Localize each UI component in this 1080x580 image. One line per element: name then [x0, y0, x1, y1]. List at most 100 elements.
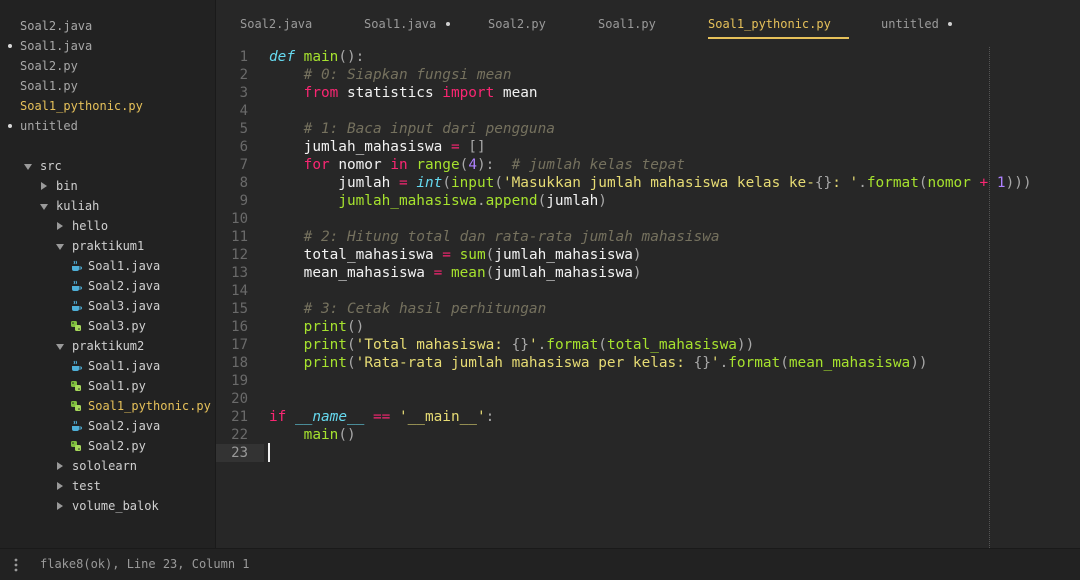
code-line[interactable]: from statistics import mean: [269, 84, 538, 102]
code-line[interactable]: if __name__ == '__main__':: [269, 408, 494, 426]
code-token: input: [450, 175, 495, 191]
code-line[interactable]: print('Rata-rata jumlah mahasiswa per ke…: [269, 354, 928, 372]
tab-active[interactable]: Soal1_pythonic.py: [708, 14, 831, 34]
tab[interactable]: Soal1.java: [364, 14, 436, 34]
code-line[interactable]: # 1: Baca input dari pengguna: [269, 120, 555, 138]
code-line[interactable]: jumlah_mahasiswa.append(jumlah): [269, 192, 607, 210]
tree-folder-item[interactable]: kuliah: [56, 196, 99, 216]
code-token: nomor: [329, 157, 391, 173]
code-token: 1: [996, 175, 1006, 191]
code-editor[interactable]: 1 def main(): 2 # 0: Siapkan fungsi mean 3 …: [216, 47, 1080, 548]
code-token: ():: [338, 49, 365, 65]
code-token: print: [303, 319, 347, 335]
code-line[interactable]: main(): [269, 426, 356, 444]
tab[interactable]: Soal1.py: [598, 14, 656, 34]
java-file-icon: [72, 300, 82, 311]
chevron-right-icon[interactable]: [57, 222, 63, 230]
tree-file-item[interactable]: Soal1.java: [88, 356, 160, 376]
code-line[interactable]: # 2: Hitung total dan rata-rata jumlah m…: [269, 228, 720, 246]
code-token: print: [303, 337, 347, 353]
code-token: sum: [459, 247, 486, 263]
code-token: mean_mahasiswa: [269, 265, 434, 281]
code-token: =: [442, 247, 451, 263]
code-token: import: [442, 85, 495, 101]
tree-folder-item[interactable]: sololearn: [72, 456, 137, 476]
code-token: (: [459, 157, 469, 173]
tab[interactable]: untitled: [881, 14, 939, 34]
chevron-down-icon[interactable]: [56, 244, 64, 250]
code-token: (: [346, 337, 356, 353]
status-bar: flake8(ok), Line 23, Column 1: [0, 548, 1080, 580]
chevron-down-icon[interactable]: [24, 164, 32, 170]
code-token: ': [528, 337, 538, 353]
unsaved-dot-icon: [948, 22, 952, 26]
menu-dots-icon[interactable]: [14, 558, 18, 572]
chevron-right-icon[interactable]: [57, 502, 63, 510]
tree-file-item[interactable]: Soal1.java: [88, 256, 160, 276]
line-number: 14: [231, 283, 248, 299]
open-file-item[interactable]: Soal2.java: [20, 16, 92, 36]
tree-folder-item[interactable]: hello: [72, 216, 108, 236]
code-line[interactable]: for nomor in range(4): # jumlah kelas te…: [269, 156, 685, 174]
code-token: mean: [450, 265, 486, 281]
code-token: 4: [468, 157, 477, 173]
tree-file-item[interactable]: Soal3.py: [88, 316, 146, 336]
code-token: (): [338, 427, 356, 443]
tree-folder-item[interactable]: praktikum1: [72, 236, 144, 256]
code-token: .: [719, 355, 729, 371]
code-token: format: [866, 175, 919, 191]
code-token: )): [736, 337, 755, 353]
line-number: 23: [231, 445, 248, 461]
code-line[interactable]: mean_mahasiswa = mean(jumlah_mahasiswa): [269, 264, 642, 282]
tree-folder-item[interactable]: bin: [56, 176, 78, 196]
line-number: 5: [239, 121, 248, 137]
code-line[interactable]: # 0: Siapkan fungsi mean: [269, 66, 512, 84]
tree-file-item[interactable]: Soal2.java: [88, 416, 160, 436]
code-line[interactable]: def main():: [269, 48, 364, 66]
tab[interactable]: Soal2.py: [488, 14, 546, 34]
code-token: jumlah: [269, 175, 399, 191]
code-token: print: [303, 355, 347, 371]
tab[interactable]: Soal2.java: [240, 14, 312, 34]
tree-folder-item[interactable]: test: [72, 476, 101, 496]
code-line[interactable]: print(): [269, 318, 365, 336]
code-token: ==: [372, 409, 391, 425]
open-file-item[interactable]: untitled: [20, 116, 78, 136]
code-line[interactable]: # 3: Cetak hasil perhitungan: [269, 300, 547, 318]
code-token: from: [303, 85, 339, 101]
open-file-item[interactable]: Soal1.java: [20, 36, 92, 56]
code-line[interactable]: jumlah = int(input('Masukkan jumlah maha…: [269, 174, 1031, 192]
code-token: # jumlah kelas tepat: [511, 157, 685, 173]
chevron-right-icon[interactable]: [57, 482, 63, 490]
code-line[interactable]: jumlah_mahasiswa = []: [269, 138, 486, 156]
open-file-item[interactable]: Soal2.py: [20, 56, 78, 76]
chevron-right-icon[interactable]: [41, 182, 47, 190]
tree-file-item[interactable]: Soal1_pythonic.py: [88, 396, 211, 416]
code-token: format: [546, 337, 599, 353]
open-file-item[interactable]: Soal1.py: [20, 76, 78, 96]
status-text: flake8(ok), Line 23, Column 1: [40, 557, 250, 571]
tree-folder-item[interactable]: praktikum2: [72, 336, 144, 356]
tree-folder-item[interactable]: volume_balok: [72, 496, 159, 516]
chevron-down-icon[interactable]: [56, 344, 64, 350]
tree-file-item[interactable]: Soal2.py: [88, 436, 146, 456]
code-token: : ': [832, 175, 859, 191]
open-file-item[interactable]: Soal1_pythonic.py: [20, 96, 143, 116]
tree-folder-item[interactable]: src: [40, 156, 62, 176]
active-tab-indicator: [708, 37, 849, 39]
tree-file-item[interactable]: Soal1.py: [88, 376, 146, 396]
code-token: :: [485, 409, 495, 425]
code-line[interactable]: total_mahasiswa = sum(jumlah_mahasiswa): [269, 246, 642, 264]
code-token: =: [450, 139, 460, 155]
tree-file-item[interactable]: Soal2.java: [88, 276, 160, 296]
code-line[interactable]: print('Total mahasiswa: {}'.format(total…: [269, 336, 755, 354]
code-token: # 3: Cetak hasil perhitungan: [269, 301, 547, 317]
code-token: mean: [494, 85, 538, 101]
chevron-down-icon[interactable]: [40, 204, 48, 210]
tree-file-item[interactable]: Soal3.java: [88, 296, 160, 316]
code-token: []: [459, 139, 486, 155]
code-token: for: [303, 157, 330, 173]
chevron-right-icon[interactable]: [57, 462, 63, 470]
